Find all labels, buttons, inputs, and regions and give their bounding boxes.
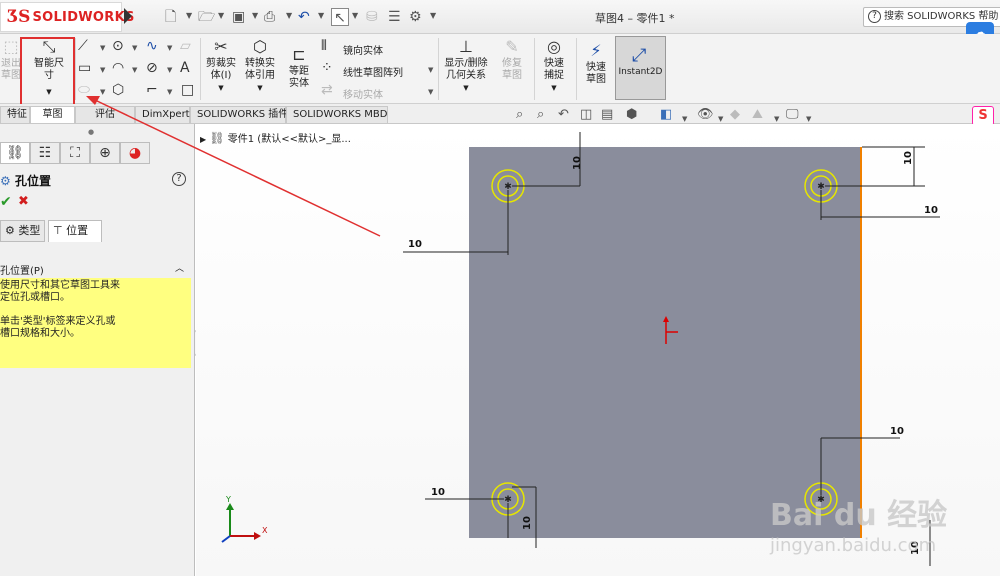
axis-x-label: X xyxy=(262,526,268,535)
dimension-label[interactable]: 10 xyxy=(431,487,445,498)
baidu-watermark-url: jingyan.baidu.com xyxy=(770,535,937,556)
dimension-label[interactable]: 10 xyxy=(890,426,904,437)
dimension-label[interactable]: 10 xyxy=(903,151,914,165)
baidu-watermark: Bai du 经验 xyxy=(770,498,948,533)
dimension-label[interactable]: 10 xyxy=(408,239,422,250)
sketch-plate[interactable] xyxy=(469,147,861,538)
annotation-arrow xyxy=(86,96,381,237)
coordinate-triad-icon: Y X xyxy=(221,495,268,543)
dimension-label[interactable]: 10 xyxy=(522,516,533,530)
dimension-label[interactable]: 10 xyxy=(572,156,583,170)
dimension-label[interactable]: 10 xyxy=(924,205,938,216)
axis-y-label: Y xyxy=(225,495,231,504)
